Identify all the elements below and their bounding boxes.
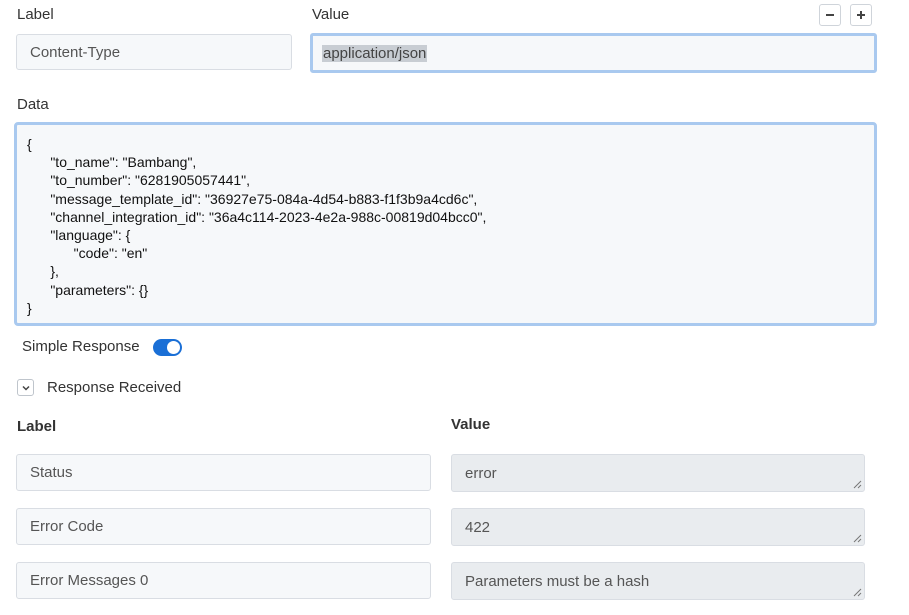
code-line: } bbox=[27, 299, 32, 316]
response-value-field[interactable]: 422 bbox=[451, 508, 865, 546]
minus-icon bbox=[826, 14, 834, 16]
response-value-field[interactable]: error bbox=[451, 454, 865, 492]
data-textarea[interactable]: { "to_name": "Bambang", "to_number": "62… bbox=[14, 122, 877, 326]
code-line: "language": { bbox=[27, 226, 131, 243]
response-label-field[interactable]: Error Code bbox=[16, 508, 431, 545]
label-heading: Label bbox=[17, 6, 54, 23]
code-line: "to_number": "6281905057441", bbox=[27, 172, 251, 189]
plus-icon bbox=[857, 11, 865, 19]
header-value-text: application/json bbox=[322, 44, 428, 62]
code-line: "message_template_id": "36927e75-084a-4d… bbox=[27, 190, 478, 207]
code-line: "channel_integration_id": "36a4c114-2023… bbox=[27, 208, 487, 225]
data-heading: Data bbox=[17, 96, 49, 113]
response-value-text: error bbox=[465, 464, 497, 482]
response-label-heading: Label bbox=[17, 418, 57, 435]
response-received-label: Response Received bbox=[47, 379, 182, 396]
code-line: "parameters": {} bbox=[27, 281, 149, 298]
code-line: "code": "en" bbox=[27, 245, 148, 262]
resize-grip-icon[interactable] bbox=[853, 534, 862, 543]
response-label-text: Error Code bbox=[30, 518, 104, 535]
simple-response-label: Simple Response bbox=[22, 338, 140, 355]
value-heading: Value bbox=[312, 6, 350, 23]
response-value-text: 422 bbox=[465, 518, 491, 536]
header-value-input[interactable]: application/json bbox=[310, 33, 877, 73]
header-label-text: Content-Type bbox=[30, 43, 121, 61]
response-label-field[interactable]: Error Messages 0 bbox=[16, 562, 431, 599]
chevron-down-icon bbox=[21, 385, 30, 391]
resize-grip-icon[interactable] bbox=[853, 588, 862, 597]
resize-grip-icon[interactable] bbox=[853, 480, 862, 489]
toggle-knob bbox=[167, 341, 180, 354]
simple-response-toggle[interactable] bbox=[153, 339, 182, 356]
response-label-field[interactable]: Status bbox=[16, 454, 431, 491]
response-collapse-button[interactable] bbox=[17, 379, 34, 396]
code-line: }, bbox=[27, 263, 59, 280]
remove-row-button[interactable] bbox=[819, 4, 841, 26]
add-row-button[interactable] bbox=[850, 4, 872, 26]
header-label-input[interactable]: Content-Type bbox=[16, 34, 292, 70]
response-value-heading: Value bbox=[451, 416, 491, 433]
response-value-text: Parameters must be a hash bbox=[465, 572, 650, 590]
response-label-text: Error Messages 0 bbox=[30, 572, 149, 589]
response-value-field[interactable]: Parameters must be a hash bbox=[451, 562, 865, 600]
code-line: "to_name": "Bambang", bbox=[27, 154, 197, 171]
code-line: { bbox=[27, 136, 32, 152]
response-label-text: Status bbox=[30, 464, 73, 481]
